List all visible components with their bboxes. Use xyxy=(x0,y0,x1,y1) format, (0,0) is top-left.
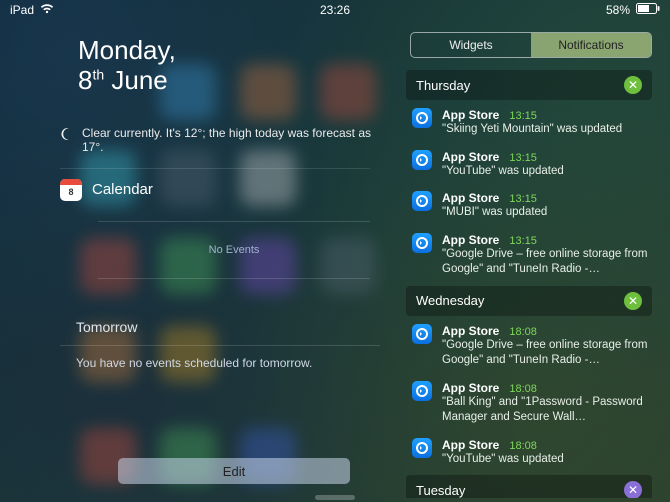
notification-app: App Store xyxy=(442,438,499,452)
day-header-thursday[interactable]: Thursday ✕ xyxy=(406,70,652,100)
tab-notifications[interactable]: Notifications xyxy=(531,33,651,57)
notification-text: "MUBI" was updated xyxy=(442,205,650,221)
notification-text: "Google Drive – free online storage from… xyxy=(442,247,650,278)
status-bar: iPad 23:26 58% xyxy=(0,0,670,20)
today-view: Monday, 8th June Clear currently. It's 1… xyxy=(0,20,400,502)
notification-time: 18:08 xyxy=(509,326,537,338)
today-ordinal: th xyxy=(92,66,104,82)
app-store-icon xyxy=(412,191,432,211)
weather-summary: Clear currently. It's 12°; the high toda… xyxy=(0,106,400,162)
segmented-control[interactable]: Widgets Notifications xyxy=(410,32,652,58)
clear-day-button[interactable]: ✕ xyxy=(624,481,642,498)
day-header-tuesday[interactable]: Tuesday ✕ xyxy=(406,475,652,498)
calendar-events: No Events xyxy=(98,221,370,279)
clear-day-button[interactable]: ✕ xyxy=(624,292,642,310)
tomorrow-label: Tomorrow xyxy=(76,319,400,335)
today-month: June xyxy=(111,65,167,95)
day-header-label: Tuesday xyxy=(416,483,465,498)
battery-text: 58% xyxy=(606,3,630,17)
notification-app: App Store xyxy=(442,108,499,122)
app-store-icon xyxy=(412,108,432,128)
notification-item[interactable]: App Store 13:15 "MUBI" was updated xyxy=(400,185,662,227)
app-store-icon xyxy=(412,324,432,344)
day-header-label: Wednesday xyxy=(416,293,484,308)
tomorrow-text: You have no events scheduled for tomorro… xyxy=(76,356,400,370)
app-store-icon xyxy=(412,150,432,170)
day-header-label: Thursday xyxy=(416,78,470,93)
notification-item[interactable]: App Store 13:15 "Skiing Yeti Mountain" w… xyxy=(400,102,662,144)
today-weekday: Monday, xyxy=(78,36,400,66)
app-store-icon xyxy=(412,438,432,458)
notification-item[interactable]: App Store 13:15 "Google Drive – free onl… xyxy=(400,227,662,284)
device-label: iPad xyxy=(10,3,34,17)
moon-icon xyxy=(60,127,74,141)
notification-app: App Store xyxy=(442,381,499,395)
calendar-widget-header[interactable]: 8 Calendar xyxy=(0,169,400,211)
wifi-icon xyxy=(40,3,54,17)
no-events-text: No Events xyxy=(98,222,370,278)
notification-time: 18:08 xyxy=(509,440,537,452)
notification-text: "Skiing Yeti Mountain" was updated xyxy=(442,122,650,138)
day-header-wednesday[interactable]: Wednesday ✕ xyxy=(406,286,652,316)
battery-icon xyxy=(636,3,660,17)
notification-app: App Store xyxy=(442,233,499,247)
notification-time: 13:15 xyxy=(509,152,537,164)
notification-text: "YouTube" was updated xyxy=(442,452,650,468)
notification-item[interactable]: App Store 13:15 "YouTube" was updated xyxy=(400,144,662,186)
today-day: 8 xyxy=(78,65,92,95)
calendar-icon: 8 xyxy=(60,179,82,201)
app-store-icon xyxy=(412,381,432,401)
notification-item[interactable]: App Store 18:08 "Ball King" and "1Passwo… xyxy=(400,375,662,432)
notification-item[interactable]: App Store 18:08 "YouTube" was updated xyxy=(400,432,662,474)
tomorrow-section: Tomorrow You have no events scheduled fo… xyxy=(0,279,400,370)
status-time: 23:26 xyxy=(320,3,350,17)
notification-time: 13:15 xyxy=(509,235,537,247)
clear-day-button[interactable]: ✕ xyxy=(624,76,642,94)
edit-button[interactable]: Edit xyxy=(118,458,350,484)
notification-time: 18:08 xyxy=(509,383,537,395)
grabber-handle[interactable] xyxy=(315,495,355,500)
tab-widgets[interactable]: Widgets xyxy=(411,33,531,57)
weather-text: Clear currently. It's 12°; the high toda… xyxy=(82,126,382,154)
notifications-list[interactable]: Thursday ✕ App Store 13:15 "Skiing Yeti … xyxy=(400,68,670,498)
notification-item[interactable]: App Store 18:08 "Google Drive – free onl… xyxy=(400,318,662,375)
notification-text: "YouTube" was updated xyxy=(442,164,650,180)
today-date: Monday, 8th June xyxy=(0,32,400,106)
notification-text: "Google Drive – free online storage from… xyxy=(442,338,650,369)
notification-app: App Store xyxy=(442,150,499,164)
notification-time: 13:15 xyxy=(509,193,537,205)
app-store-icon xyxy=(412,233,432,253)
notification-app: App Store xyxy=(442,324,499,338)
calendar-label: Calendar xyxy=(92,181,153,198)
notification-text: "Ball King" and "1Password - Password Ma… xyxy=(442,395,650,426)
notification-center: Widgets Notifications Thursday ✕ App Sto… xyxy=(400,20,670,502)
notification-app: App Store xyxy=(442,191,499,205)
notification-time: 13:15 xyxy=(509,110,537,122)
